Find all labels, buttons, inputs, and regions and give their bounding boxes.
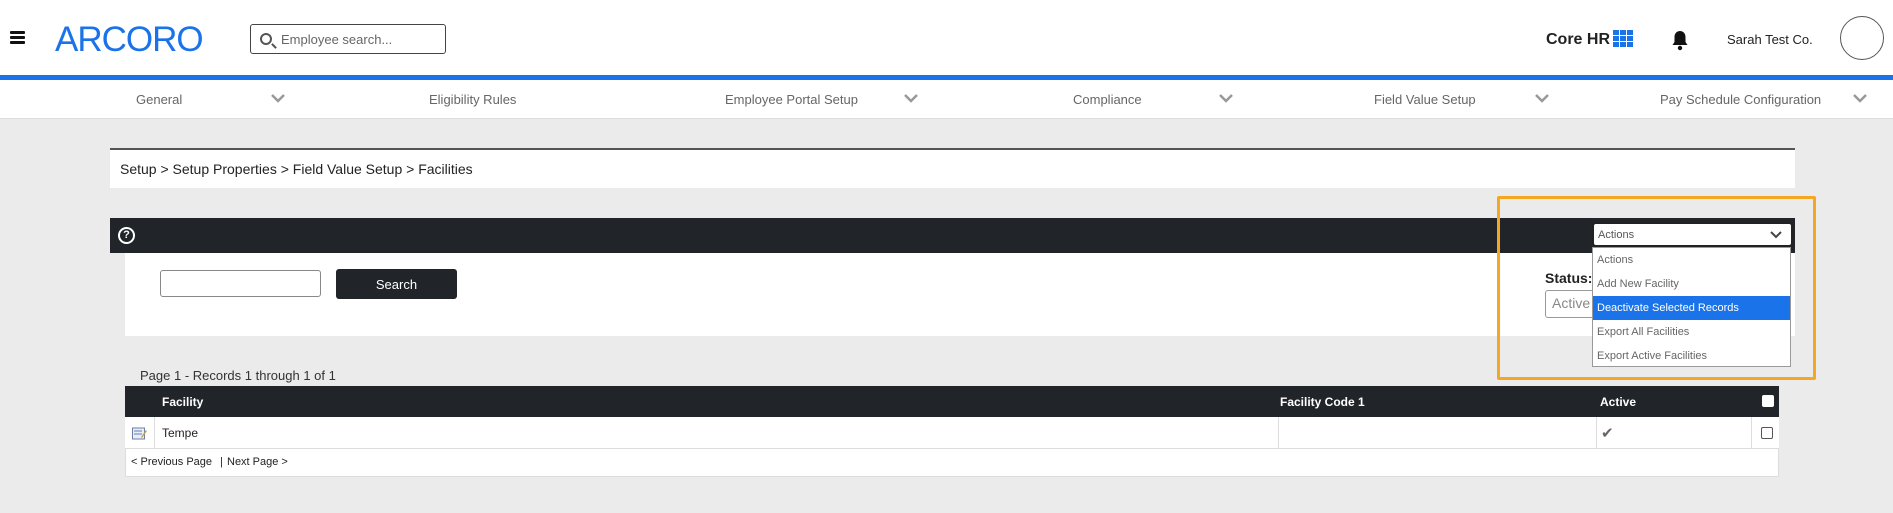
user-avatar[interactable] — [1840, 16, 1884, 60]
breadcrumb-panel: Setup > Setup Properties > Field Value S… — [110, 148, 1795, 188]
subnav-label: Compliance — [1073, 92, 1142, 107]
search-icon — [260, 33, 272, 45]
actions-option-deactivate-selected[interactable]: Deactivate Selected Records — [1593, 296, 1790, 320]
app-grid-icon[interactable] — [1613, 30, 1635, 48]
select-all-checkbox[interactable] — [1762, 395, 1774, 407]
subnav-item-general[interactable]: General — [136, 80, 182, 119]
chevron-down-icon[interactable] — [1852, 90, 1868, 106]
facility-search-input[interactable] — [160, 270, 321, 297]
actions-dropdown-list: Actions Add New Facility Deactivate Sele… — [1592, 247, 1791, 367]
subnav-label: Employee Portal Setup — [725, 92, 858, 107]
active-cell — [1597, 417, 1752, 449]
subnav-label: General — [136, 92, 183, 107]
edit-record-icon[interactable] — [132, 426, 147, 440]
subnav-item-employee-portal-setup[interactable]: Employee Portal Setup — [725, 80, 858, 119]
pager-separator: | — [220, 456, 223, 468]
actions-option[interactable]: Actions — [1593, 248, 1790, 272]
product-label: Core HR — [1546, 31, 1611, 48]
arcoro-logo[interactable]: ARCORO — [55, 20, 204, 60]
employee-search[interactable] — [250, 24, 446, 54]
row-select-checkbox[interactable] — [1761, 427, 1773, 439]
facility-code-cell — [1279, 417, 1597, 449]
subnav-item-eligibility-rules[interactable]: Eligibility Rules — [429, 80, 516, 119]
chevron-down-icon[interactable] — [903, 90, 919, 106]
actions-option-export-all[interactable]: Export All Facilities — [1593, 320, 1790, 344]
search-button[interactable]: Search — [336, 269, 457, 299]
subnav-item-field-value-setup[interactable]: Field Value Setup — [1374, 80, 1476, 119]
records-info: Page 1 - Records 1 through 1 of 1 — [140, 368, 336, 383]
bell-icon[interactable] — [1670, 29, 1690, 51]
chevron-down-icon[interactable] — [1534, 90, 1550, 106]
actions-option-export-active[interactable]: Export Active Facilities — [1593, 344, 1790, 368]
employee-search-input[interactable] — [281, 29, 441, 49]
actions-selected-value: Actions — [1598, 229, 1635, 241]
settings-subnav: General Eligibility Rules Employee Porta… — [0, 80, 1893, 119]
subnav-label: Eligibility Rules — [429, 92, 517, 107]
table-header: Facility Facility Code 1 Active — [125, 386, 1779, 417]
column-header-facility-code[interactable]: Facility Code 1 — [1280, 395, 1365, 409]
actions-select[interactable]: Actions — [1592, 222, 1793, 247]
help-icon[interactable]: ? — [118, 227, 135, 244]
pager: < Previous Page | Next Page > — [125, 449, 1779, 477]
facilities-table: Facility Facility Code 1 Active Tempe ✔ … — [125, 386, 1779, 477]
subnav-label: Pay Schedule Configuration — [1660, 92, 1822, 107]
active-checkmark-icon: ✔ — [1601, 425, 1614, 442]
column-header-facility[interactable]: Facility — [162, 395, 203, 409]
actions-option-add-new-facility[interactable]: Add New Facility — [1593, 272, 1790, 296]
subnav-item-pay-schedule-configuration[interactable]: Pay Schedule Configuration — [1660, 80, 1821, 119]
breadcrumb: Setup > Setup Properties > Field Value S… — [120, 161, 473, 177]
facility-name[interactable]: Tempe — [162, 426, 198, 440]
facility-cell — [155, 417, 1279, 449]
top-header: ARCORO Core HR Sarah Test Co. — [0, 0, 1893, 76]
subnav-label: Field Value Setup — [1374, 92, 1476, 107]
subnav-item-compliance[interactable]: Compliance — [1073, 80, 1142, 119]
company-name[interactable]: Sarah Test Co. — [1727, 32, 1813, 47]
hamburger-menu-icon[interactable] — [10, 31, 25, 44]
chevron-down-icon[interactable] — [1218, 90, 1234, 106]
column-header-active[interactable]: Active — [1600, 395, 1636, 409]
chevron-down-icon[interactable] — [270, 90, 286, 106]
chevron-down-icon — [1770, 231, 1782, 239]
table-row: Tempe ✔ — [125, 417, 1779, 449]
previous-page-link[interactable]: < Previous Page — [131, 456, 212, 468]
next-page-link[interactable]: Next Page > — [227, 456, 288, 468]
